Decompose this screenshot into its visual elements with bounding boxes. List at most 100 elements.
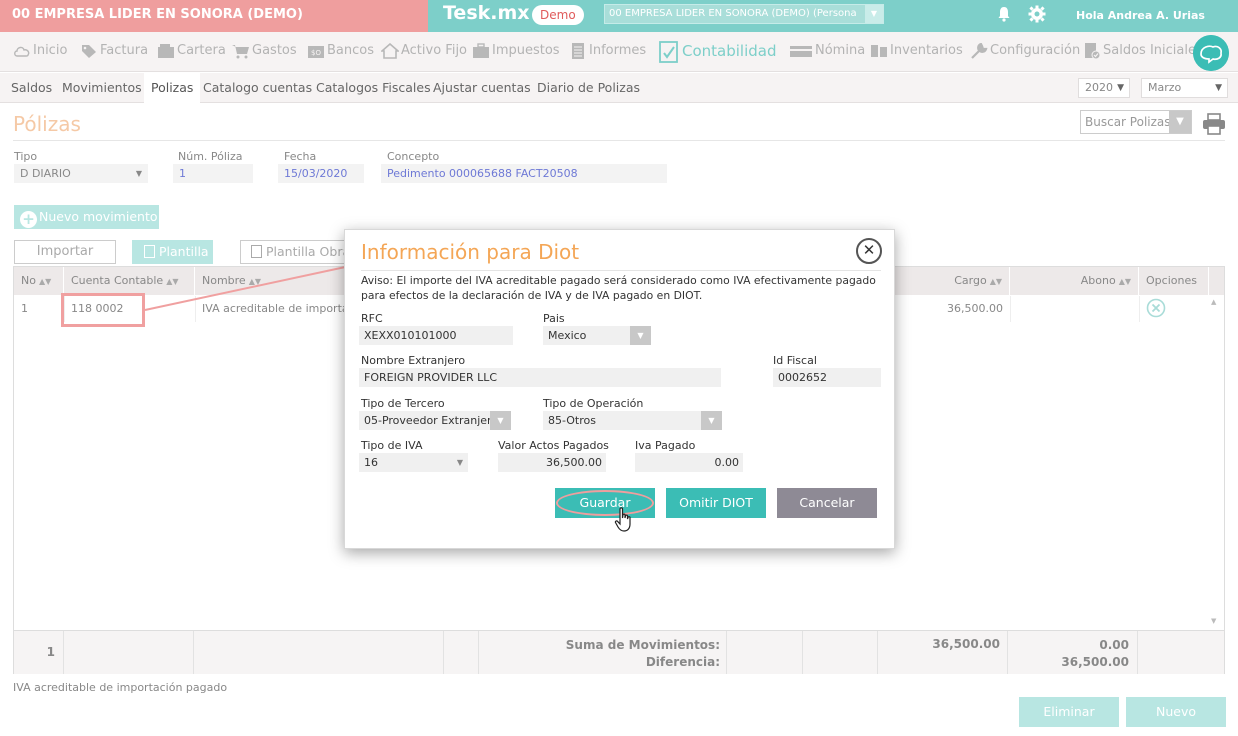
bell-icon[interactable] [996, 6, 1012, 22]
nav-label: Impuestos [492, 43, 560, 58]
tipo-iva-select[interactable]: 16 ▼ [359, 453, 468, 472]
plus-icon: + [20, 211, 37, 228]
tipo-select[interactable]: D DIARIO ▼ [14, 164, 148, 183]
iva-pagado-field[interactable]: 0.00 [635, 453, 743, 472]
cuenta-highlight [61, 293, 145, 327]
column-header-label: Abono [1080, 274, 1116, 287]
diferencia-label: Diferencia: [645, 655, 720, 669]
nav-item-gastos[interactable]: Gastos [232, 32, 297, 70]
chat-icon[interactable] [1193, 35, 1229, 71]
nav-item-inicio[interactable]: Inicio [13, 32, 67, 70]
column-header-no[interactable]: No ▲▼ [14, 267, 64, 295]
tipo-value: D DIARIO [20, 167, 71, 180]
column-header-abono[interactable]: Abono ▲▼ [1010, 267, 1139, 295]
column-header-cargo[interactable]: Cargo ▲▼ [880, 267, 1010, 295]
nav-label: Inventarios [890, 43, 963, 58]
gear-icon[interactable] [1028, 5, 1046, 23]
nav-item-bancos[interactable]: $O Bancos [307, 32, 374, 70]
nav-item-inventarios[interactable]: Inventarios [870, 32, 963, 70]
brand-logo[interactable]: Tesk.mx [443, 2, 530, 24]
main-nav: Inicio Factura Cartera Gastos $O Bancos A… [0, 32, 1238, 72]
row-cargo[interactable]: 36,500.00 [880, 296, 1010, 322]
nav-label: Nómina [815, 43, 866, 58]
page-title: Pólizas [13, 112, 81, 136]
chevron-down-icon: ▼ [701, 411, 722, 430]
nav-label: Saldos Iniciales [1103, 43, 1203, 58]
nombre-extranjero-field[interactable]: FOREIGN PROVIDER LLC [359, 368, 721, 387]
row-nombre[interactable]: IVA acreditable de importació [195, 296, 345, 322]
nuevo-movimiento-button[interactable]: + Nuevo movimiento [14, 205, 159, 229]
subnav-item-ajustar-cuentas[interactable]: Ajustar cuentas [426, 73, 538, 103]
nav-item-configuracion[interactable]: Configuración [970, 32, 1080, 70]
nav-item-contabilidad[interactable]: Contabilidad [658, 32, 777, 70]
row-no: 1 [21, 302, 28, 315]
cart-icon [232, 44, 249, 58]
concepto-field[interactable]: Pedimento 000065688 FACT20508 [381, 164, 667, 183]
subnav-item-polizas[interactable]: Polizas [144, 73, 201, 103]
importar-button[interactable]: Importar [14, 240, 116, 264]
nav-item-saldos-iniciales[interactable]: Saldos Iniciales [1083, 32, 1203, 70]
nav-item-impuestos[interactable]: Impuestos [472, 32, 560, 70]
nav-item-informes[interactable]: Informes [569, 32, 646, 70]
fecha-field[interactable]: 15/03/2020 [278, 164, 364, 183]
footer-abono-total: 0.00 [1099, 638, 1129, 652]
wallet-icon [158, 43, 174, 58]
id-fiscal-field[interactable]: 0002652 [773, 368, 881, 387]
search-polizas-select[interactable]: Buscar Polizas ▼ [1080, 110, 1192, 134]
rfc-field[interactable]: XEXX010101000 [359, 326, 513, 345]
tipo-tercero-label: Tipo de Tercero [361, 397, 445, 410]
chevron-down-icon: ▼ [1117, 83, 1124, 93]
subnav-item-diario-polizas[interactable]: Diario de Polizas [530, 73, 647, 103]
tipo-iva-value: 16 [364, 456, 378, 469]
cancelar-button[interactable]: Cancelar [777, 488, 877, 518]
subnav-item-catalogos-fiscales[interactable]: Catalogos Fiscales [309, 73, 438, 103]
nav-label: Gastos [252, 43, 297, 58]
plantilla-obra-button[interactable]: Plantilla Obra [240, 240, 350, 264]
chevron-down-icon: ▼ [135, 169, 142, 178]
scroll-up-arrow[interactable]: ▲ [1211, 298, 1216, 306]
scroll-down-arrow[interactable]: ▼ [1211, 617, 1216, 625]
nav-label: Contabilidad [682, 42, 777, 60]
nav-item-activo-fijo[interactable]: Activo Fijo [381, 32, 467, 70]
subnav-item-movimientos[interactable]: Movimientos [55, 73, 149, 103]
plantilla-button[interactable]: Plantilla [132, 240, 213, 264]
pais-value: Mexico [548, 329, 587, 342]
valor-actos-field[interactable]: 36,500.00 [498, 453, 606, 472]
print-icon[interactable] [1202, 113, 1226, 135]
tipo-operacion-select[interactable]: 85-Otros ▼ [543, 411, 722, 430]
nuevo-button[interactable]: Nuevo [1126, 697, 1226, 727]
remove-row-icon[interactable] [1146, 298, 1166, 318]
nav-item-cartera[interactable]: Cartera [157, 32, 226, 70]
user-greeting[interactable]: Hola Andrea A. Urias [1076, 9, 1205, 22]
table-footer: 1 Suma de Movimientos: Diferencia: 36,50… [14, 630, 1224, 674]
column-header-cuenta[interactable]: Cuenta Contable ▲▼ [64, 267, 195, 295]
nav-item-nomina[interactable]: Nómina [789, 32, 865, 70]
tipo-label: Tipo [14, 150, 38, 163]
chevron-down-icon: ▼ [456, 458, 463, 467]
company-select[interactable]: 00 EMPRESA LIDER EN SONORA (DEMO) (Perso… [604, 4, 884, 24]
tipo-tercero-select[interactable]: 05-Proveedor Extranjero ▼ [359, 411, 511, 430]
sort-icon: ▲▼ [1118, 277, 1131, 286]
diot-dialog: Información para Diot ✕ Aviso: El import… [344, 229, 895, 549]
chevron-down-icon: ▼ [630, 326, 651, 345]
column-header-label: No [21, 274, 36, 287]
footer-cell [194, 631, 444, 674]
subnav-item-catalogo-cuentas[interactable]: Catalogo cuentas [196, 73, 319, 103]
footer-diferencia: 36,500.00 [1061, 655, 1129, 669]
footer-abono-cell: 0.00 36,500.00 [1008, 631, 1138, 674]
num-poliza-field[interactable]: 1 [173, 164, 253, 183]
plantilla-obra-label: Plantilla Obra [266, 244, 350, 259]
concepto-label: Concepto [387, 150, 440, 163]
close-icon[interactable]: ✕ [856, 238, 882, 264]
wrench-icon [971, 42, 988, 59]
balance-icon [1085, 42, 1101, 59]
chevron-down-icon: ▼ [1215, 83, 1222, 93]
year-select[interactable]: 2020 ▼ [1078, 78, 1130, 98]
nav-item-factura[interactable]: Factura [80, 32, 148, 70]
subnav-item-saldos[interactable]: Saldos [4, 73, 59, 103]
omitir-diot-button[interactable]: Omitir DIOT [666, 488, 766, 518]
month-select[interactable]: Marzo ▼ [1141, 78, 1228, 98]
pais-select[interactable]: Mexico ▼ [543, 326, 651, 345]
eliminar-button[interactable]: Eliminar [1019, 697, 1119, 727]
row-abono[interactable] [1010, 296, 1139, 322]
